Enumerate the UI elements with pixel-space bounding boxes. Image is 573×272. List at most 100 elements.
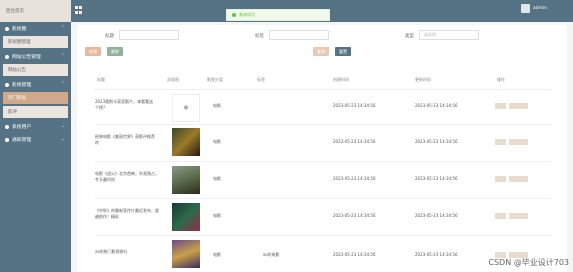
menu-head-4[interactable]: 系统用户 ⌄ [0, 120, 71, 133]
menu-sub-label: 网站公告 [8, 68, 26, 73]
menu-sub-label: 影评 [8, 110, 17, 115]
detail-button[interactable] [495, 213, 506, 219]
sidebar: 后台首页 影视圈 ⌃ 影视圈管理 网站公告管理 ⌃ 网站公告 影视管理 ⌃ 热门… [0, 0, 71, 272]
col-header-category: 影视分类 [207, 77, 223, 82]
row-title: as的热门影视排行 [95, 249, 128, 254]
cover-image [172, 166, 200, 194]
menu-icon [5, 26, 9, 31]
cover-image [172, 203, 200, 231]
avatar [520, 4, 530, 13]
chevron-up-icon: ⌃ [60, 81, 65, 87]
row-title: 电影《战火》北京首映，外观独占，冬天最时尚 [95, 171, 159, 182]
row-category: 电影 [213, 176, 221, 181]
chevron-up-icon: ⌃ [60, 53, 65, 59]
menu-icon [5, 54, 9, 59]
cover-image [172, 240, 200, 268]
row-divider [95, 161, 551, 162]
col-header-created: 创建时间 [333, 77, 349, 82]
menu-sub-3-2[interactable]: 影评 [3, 106, 68, 118]
row-updated: 2023-05-23 14:34:56 [415, 213, 458, 218]
menu-head-label: 影视管理 [12, 83, 32, 88]
menu-group-4: 系统用户 ⌄ [0, 120, 71, 133]
chevron-down-icon: ⌄ [60, 136, 65, 142]
delete-button-label: 删除 [111, 48, 119, 54]
menu-head-5[interactable]: 通知管理 ⌄ [0, 133, 71, 146]
menu-group-2: 网站公告管理 ⌃ 网站公告 [0, 50, 71, 76]
row-category: 电影 [213, 252, 221, 257]
add-button[interactable]: 新增 [85, 47, 101, 56]
edit-button[interactable] [509, 213, 528, 219]
menu-head-1[interactable]: 影视圈 ⌃ [0, 22, 71, 35]
menu-head-label: 通知管理 [12, 138, 32, 143]
check-icon [232, 13, 236, 17]
row-category: 电影 [213, 103, 221, 108]
brand[interactable]: 后台首页 [0, 0, 71, 22]
row-divider [95, 198, 551, 199]
menu-sub-3-1[interactable]: 热门影视 [3, 92, 68, 104]
detail-button[interactable] [495, 176, 506, 182]
row-title: 经典电影《美丽世界》获影评推荐的 [95, 134, 155, 145]
search-button[interactable]: 查询 [313, 47, 329, 56]
row-tag: as的电影 [263, 252, 280, 257]
cover-image [172, 128, 200, 156]
row-updated: 2023-05-23 14:34:56 [415, 176, 458, 181]
row-updated: 2023-05-23 14:34:56 [415, 139, 458, 144]
delete-button[interactable]: 删除 [107, 47, 123, 56]
reset-button[interactable]: 重置 [335, 47, 351, 56]
content-area: 标题 标签 类型 请选择 新增 删除 查询 重置 标题 封面图 影视分类 标签 … [71, 22, 573, 272]
username: admin [532, 6, 547, 11]
menu-icon [5, 82, 9, 87]
detail-button[interactable] [495, 139, 506, 145]
menu-toggle-icon[interactable] [75, 6, 83, 14]
row-divider [95, 124, 551, 125]
edit-button[interactable] [509, 139, 528, 145]
watermark: CSDN @毕业设计703 [488, 258, 569, 267]
menu-sub-2-1[interactable]: 网站公告 [3, 64, 68, 76]
col-header-updated: 更新时间 [415, 77, 431, 82]
edit-button[interactable] [509, 103, 528, 109]
chevron-up-icon: ⌃ [60, 25, 65, 31]
menu-group-3: 影视管理 ⌃ 热门影视 影评 [0, 78, 71, 118]
menu-head-label: 系统用户 [12, 125, 32, 130]
menu-group-5: 通知管理 ⌄ [0, 133, 71, 146]
row-created: 2023-05-23 14:34:56 [333, 176, 376, 181]
table-header-divider [95, 89, 551, 90]
type-filter-label: 类型 [405, 34, 414, 39]
row-divider [95, 235, 551, 236]
row-title: 《中秋》的最新宣传片最近发布，超越前作！精彩 [95, 208, 159, 219]
tag-filter-label: 标签 [255, 34, 264, 39]
col-header-title: 标题 [97, 77, 105, 82]
row-title: 2023奥斯卡获奖影片，来看看这个榜? [95, 99, 154, 110]
user-menu[interactable]: admin [520, 4, 547, 13]
row-updated: 2023-05-23 14:34:56 [415, 103, 458, 108]
type-select[interactable]: 请选择 [419, 30, 479, 40]
col-header-actions: 操作 [497, 77, 505, 82]
menu-head-label: 影视圈 [12, 27, 27, 32]
row-category: 电影 [213, 139, 221, 144]
row-category: 电影 [213, 213, 221, 218]
detail-button[interactable] [495, 103, 506, 109]
title-filter-input[interactable] [119, 30, 179, 40]
main-panel: 标题 标签 类型 请选择 新增 删除 查询 重置 标题 封面图 影视分类 标签 … [77, 25, 567, 272]
reset-button-label: 重置 [339, 48, 347, 54]
type-select-placeholder: 请选择 [424, 32, 436, 37]
toast-message: 查询成功 [239, 12, 255, 17]
app-root: 后台首页 影视圈 ⌃ 影视圈管理 网站公告管理 ⌃ 网站公告 影视管理 ⌃ 热门… [0, 0, 573, 272]
row-created: 2023-05-23 14:34:56 [333, 139, 376, 144]
bell-icon [5, 137, 9, 142]
title-filter-label: 标题 [105, 34, 114, 39]
menu-head-label: 网站公告管理 [12, 55, 41, 60]
row-created: 2023-05-23 14:34:56 [333, 252, 376, 257]
menu-head-3[interactable]: 影视管理 ⌃ [0, 78, 71, 91]
row-created: 2023-05-23 14:34:56 [333, 103, 376, 108]
menu-sub-label: 影视圈管理 [8, 40, 31, 45]
menu-sub-1-1[interactable]: 影视圈管理 [3, 36, 68, 48]
brand-title: 后台首页 [6, 9, 24, 14]
cover-image: ❖ [172, 94, 200, 122]
menu-head-2[interactable]: 网站公告管理 ⌃ [0, 50, 71, 63]
edit-button[interactable] [509, 176, 528, 182]
tag-filter-input[interactable] [269, 30, 329, 40]
col-header-tag: 标签 [257, 77, 265, 82]
success-toast: 查询成功 [226, 9, 330, 21]
row-updated: 2023-05-23 14:34:56 [415, 252, 458, 257]
